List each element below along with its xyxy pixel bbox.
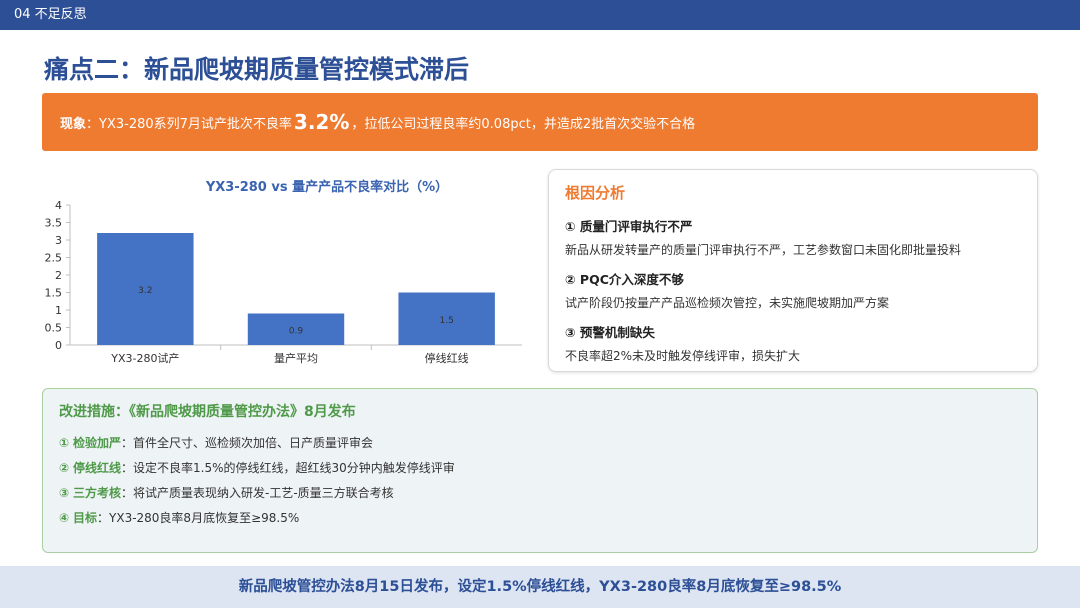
root-cause-panel: 根因分析 ① 质量门评审执行不严 新品从研发转量产的质量门评审执行不严，工艺参数… — [548, 169, 1038, 372]
y-tick-label: 2 — [55, 269, 62, 282]
improvement-item-number: ① — [59, 436, 70, 450]
improvement-item-key: 目标 — [73, 511, 98, 525]
root-cause-title: 根因分析 — [565, 184, 626, 202]
improvement-item-2: ② 停线红线：设定不良率1.5%的停线红线，超红线30分钟内触发停线评审 — [59, 459, 455, 476]
root-cause-detail-3: 不良率超2%未及时触发停线评审，损失扩大 — [565, 349, 801, 363]
y-tick-label: 0 — [55, 339, 62, 352]
y-tick-label: 3.5 — [45, 217, 63, 230]
y-tick-label: 1.5 — [45, 287, 63, 300]
improvement-item-1: ① 检验加严：首件全尺寸、巡检频次加倍、日产质量评审会 — [59, 434, 373, 451]
bar-data-label: 1.5 — [440, 316, 454, 326]
improvement-item-text: ：首件全尺寸、巡检频次加倍、日产质量评审会 — [121, 436, 374, 450]
root-cause-detail-1: 新品从研发转量产的质量门评审执行不严，工艺参数窗口未固化即批量投料 — [565, 243, 962, 257]
improvement-item-number: ② — [59, 461, 70, 475]
root-cause-detail-2: 试产阶段仍按量产产品巡检频次管控，未实施爬坡期加严方案 — [565, 296, 890, 310]
improvement-item-key: 停线红线 — [73, 461, 122, 475]
improvement-item-text: ：设定不良率1.5%的停线红线，超红线30分钟内触发停线评审 — [121, 461, 455, 475]
summary-footer: 新品爬坡管控办法8月15日发布，设定1.5%停线红线，YX3-280良率8月底恢… — [0, 566, 1080, 608]
y-tick-label: 4 — [55, 199, 62, 212]
phenomenon-label: 现象 — [60, 116, 87, 132]
root-cause-heading-3: ③ 预警机制缺失 — [565, 325, 655, 340]
page-title: 痛点二：新品爬坡期质量管控模式滞后 — [44, 55, 470, 84]
phenomenon-highlight: 3.2% — [293, 110, 350, 134]
improvement-item-key: 检验加严 — [73, 436, 122, 450]
bar-data-label: 0.9 — [289, 326, 304, 336]
improvement-item-key: 三方考核 — [73, 486, 122, 500]
phenomenon-banner: 现象 ：YX3-280系列7月试产批次不良率 3.2% ，拉低公司过程良率约0.08p… — [42, 93, 1038, 151]
improvement-item-number: ④ — [59, 511, 70, 525]
improvement-item-3: ③ 三方考核：将试产质量表现纳入研发-工艺-质量三方联合考核 — [59, 484, 394, 501]
improvement-item-text: ：YX3-280良率8月底恢复至≥98.5% — [97, 511, 300, 525]
improvement-item-text: ：将试产质量表现纳入研发-工艺-质量三方联合考核 — [121, 486, 394, 500]
y-tick-label: 0.5 — [45, 322, 63, 335]
defect-rate-chart: YX3-280 vs 量产产品不良率对比（%） 0 0.5 1 1.5 2 2.5 3 3.5… — [40, 170, 530, 380]
phenomenon-text-before: ：YX3-280系列7月试产批次不良率 — [86, 116, 292, 132]
phenomenon-text-after: ，拉低公司过程良率约0.08pct，并造成2批首次交验不合格 — [351, 116, 696, 132]
improvement-title: 改进措施：《新品爬坡期质量管控办法》8月发布 — [59, 404, 356, 420]
x-tick-label: 量产平均 — [274, 351, 318, 365]
improvement-item-number: ③ — [59, 486, 70, 500]
chart-svg: 0 0.5 1 1.5 2 2.5 3 3.5 4 3.2 YX3-280试产 0.9 量产平均 1.5 停… — [45, 199, 522, 365]
section-header-bar: 04 不足反思 — [0, 0, 1080, 30]
root-cause-heading-1: ① 质量门评审执行不严 — [565, 219, 693, 234]
section-label: 04 不足反思 — [14, 7, 87, 22]
improvement-item-4: ④ 目标：YX3-280良率8月底恢复至≥98.5% — [59, 509, 299, 526]
bar-data-label: 3.2 — [138, 286, 152, 296]
y-tick-label: 3 — [55, 234, 62, 247]
improvement-panel: 改进措施：《新品爬坡期质量管控办法》8月发布 ① 检验加严：首件全尺寸、巡检频次… — [42, 388, 1038, 553]
root-cause-heading-2: ② PQC介入深度不够 — [565, 272, 684, 287]
y-tick-label: 1 — [55, 304, 62, 317]
x-tick-label: YX3-280试产 — [110, 351, 179, 365]
x-tick-label: 停线红线 — [425, 351, 469, 365]
y-tick-label: 2.5 — [45, 252, 63, 265]
